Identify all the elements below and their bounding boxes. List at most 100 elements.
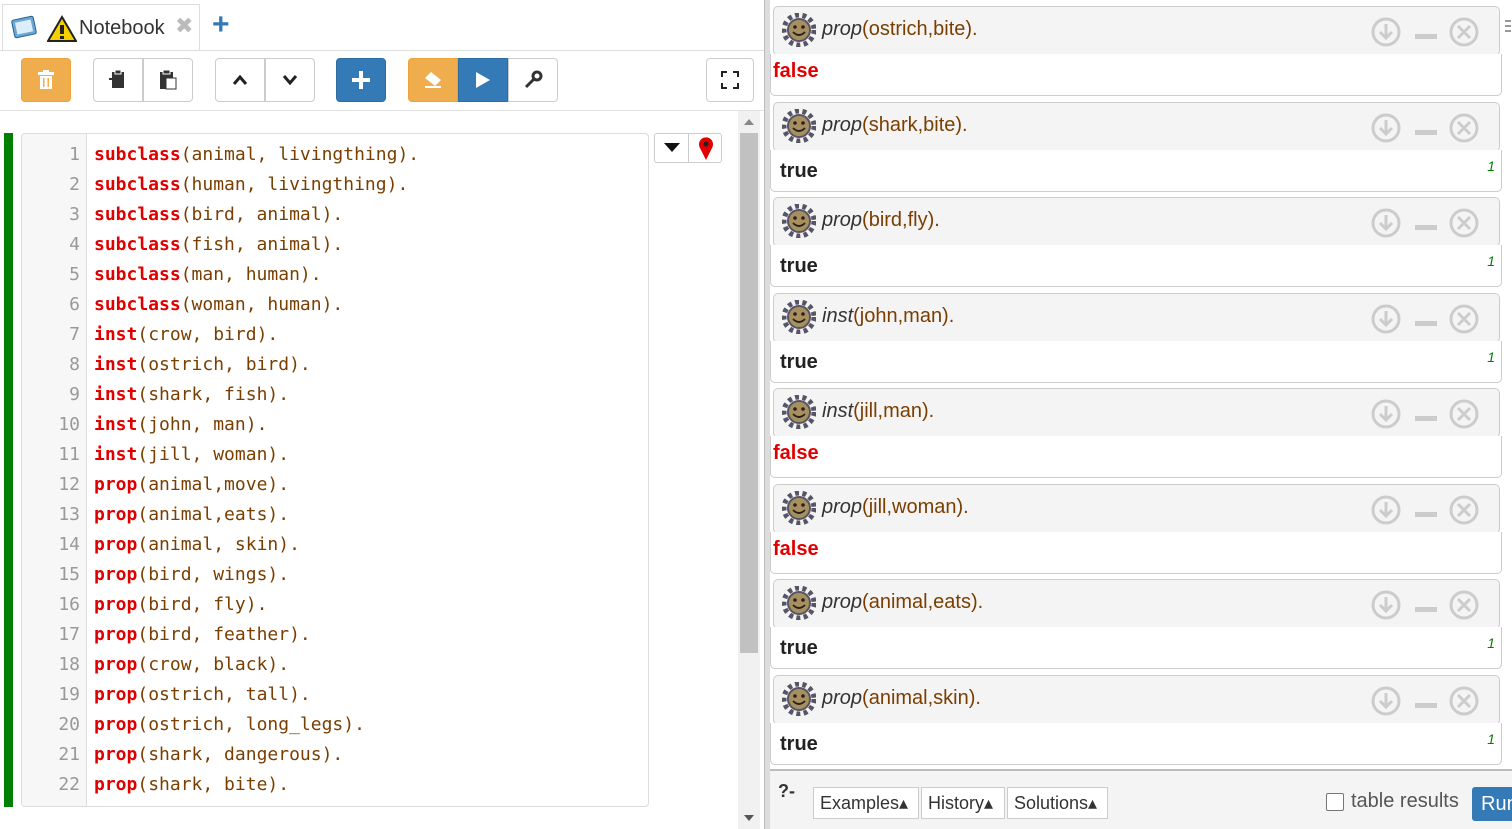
query-predicate: prop <box>822 209 863 231</box>
query-args: (jill,woman). <box>862 496 969 518</box>
resize-handle-icon[interactable] <box>1505 20 1511 34</box>
predicate-args: (john, man). <box>137 414 268 435</box>
minimize-icon[interactable] <box>1415 225 1437 230</box>
line-number: 3 <box>69 204 80 225</box>
close-icon[interactable] <box>1449 304 1479 334</box>
minimize-icon[interactable] <box>1415 130 1437 135</box>
code-line: 14 prop(animal, skin). <box>22 530 648 560</box>
query-predicate: prop <box>822 591 863 613</box>
close-icon[interactable] <box>1449 495 1479 525</box>
result-value: true <box>780 637 818 659</box>
answer-controls <box>1371 399 1479 429</box>
solutions-button[interactable]: Solutions▴ <box>1007 787 1108 819</box>
query-predicate: prop <box>822 687 863 709</box>
predicate-args: (crow, bird). <box>137 324 279 345</box>
code-line: 2 subclass(human, livingthing). <box>22 170 648 200</box>
run-query-button[interactable]: Run <box>1472 787 1512 821</box>
query-predicate: prop <box>822 114 863 136</box>
minimize-icon[interactable] <box>1415 607 1437 612</box>
predicate-name: prop <box>94 714 138 735</box>
results-scrollbar[interactable] <box>1504 0 1512 769</box>
close-icon[interactable] <box>1449 208 1479 238</box>
run-cell-button[interactable] <box>458 58 508 102</box>
code-line: 16 prop(bird, fly). <box>22 590 648 620</box>
predicate-name: subclass <box>94 204 181 225</box>
minimize-icon[interactable] <box>1415 416 1437 421</box>
answer-result: true 1 <box>770 723 1502 765</box>
close-icon[interactable] <box>1449 17 1479 47</box>
query-args: (john,man). <box>853 305 955 327</box>
line-number: 15 <box>58 564 80 585</box>
scroll-down-icon[interactable] <box>744 815 754 821</box>
solution-count: 1 <box>1487 731 1495 747</box>
code-text: prop(ostrich, long_legs). <box>94 710 365 740</box>
answer-result: true 1 <box>770 245 1502 287</box>
predicate-args: (ostrich, bird). <box>137 354 311 375</box>
line-number: 9 <box>69 384 80 405</box>
table-results-checkbox[interactable] <box>1326 793 1344 811</box>
minimize-icon[interactable] <box>1415 703 1437 708</box>
move-up-button[interactable] <box>215 58 265 102</box>
answer-controls <box>1371 208 1479 238</box>
code-line: 6 subclass(woman, human). <box>22 290 648 320</box>
paste-cell-button[interactable] <box>143 58 193 102</box>
gear-smiley-icon <box>782 586 816 620</box>
download-icon[interactable] <box>1371 399 1401 429</box>
code-line: 15 prop(bird, wings). <box>22 560 648 590</box>
predicate-name: inst <box>94 354 138 375</box>
code-editor[interactable]: 1 subclass(animal, livingthing). 2 subclass… <box>21 133 649 807</box>
answer-controls <box>1371 590 1479 620</box>
map-pin-icon[interactable] <box>698 137 714 161</box>
close-icon[interactable] <box>1449 399 1479 429</box>
minimize-icon[interactable] <box>1415 321 1437 326</box>
scroll-up-icon[interactable] <box>744 119 754 125</box>
code-text: prop(bird, wings). <box>94 560 289 590</box>
result-value: true <box>780 255 818 277</box>
settings-button[interactable] <box>508 58 558 102</box>
add-tab-button[interactable]: + <box>212 10 230 40</box>
delete-cell-button[interactable] <box>21 58 71 102</box>
download-icon[interactable] <box>1371 686 1401 716</box>
download-icon[interactable] <box>1371 17 1401 47</box>
download-icon[interactable] <box>1371 113 1401 143</box>
predicate-args: (ostrich, tall). <box>137 684 311 705</box>
line-number: 2 <box>69 174 80 195</box>
answer-query-header: prop(animal,eats). <box>773 579 1500 629</box>
predicate-name: prop <box>94 774 138 795</box>
answer-block: prop(ostrich,bite). false <box>770 4 1502 96</box>
tab-notebook[interactable]: Notebook ✖ <box>2 4 200 50</box>
scroll-thumb[interactable] <box>740 133 758 653</box>
predicate-name: prop <box>94 654 138 675</box>
insert-cell-button[interactable] <box>336 58 386 102</box>
minimize-icon[interactable] <box>1415 34 1437 39</box>
download-icon[interactable] <box>1371 495 1401 525</box>
predicate-args: (fish, animal). <box>180 234 344 255</box>
move-down-button[interactable] <box>265 58 315 102</box>
editor-controls <box>654 133 722 163</box>
dropdown-arrow-icon[interactable] <box>664 143 680 153</box>
clear-button[interactable] <box>408 58 458 102</box>
answer-query-header: prop(shark,bite). <box>773 102 1500 152</box>
minimize-icon[interactable] <box>1415 512 1437 517</box>
examples-button[interactable]: Examples▴ <box>813 787 919 819</box>
predicate-name: prop <box>94 684 138 705</box>
history-button[interactable]: History▴ <box>921 787 1005 819</box>
code-text: subclass(bird, animal). <box>94 200 343 230</box>
download-icon[interactable] <box>1371 208 1401 238</box>
code-line: 9 inst(shark, fish). <box>22 380 648 410</box>
download-icon[interactable] <box>1371 590 1401 620</box>
close-icon[interactable] <box>1449 113 1479 143</box>
answer-query-header: inst(john,man). <box>773 293 1500 343</box>
download-icon[interactable] <box>1371 304 1401 334</box>
answer-block: prop(animal,skin). true 1 <box>770 673 1502 765</box>
close-tab-icon[interactable]: ✖ <box>175 13 193 39</box>
close-icon[interactable] <box>1449 590 1479 620</box>
fullscreen-button[interactable] <box>706 58 754 102</box>
code-line: 10 inst(john, man). <box>22 410 648 440</box>
copy-cell-button[interactable] <box>93 58 143 102</box>
predicate-name: subclass <box>94 264 181 285</box>
code-line: 7 inst(crow, bird). <box>22 320 648 350</box>
editor-scrollbar[interactable] <box>738 111 760 829</box>
close-icon[interactable] <box>1449 686 1479 716</box>
line-number: 14 <box>58 534 80 555</box>
